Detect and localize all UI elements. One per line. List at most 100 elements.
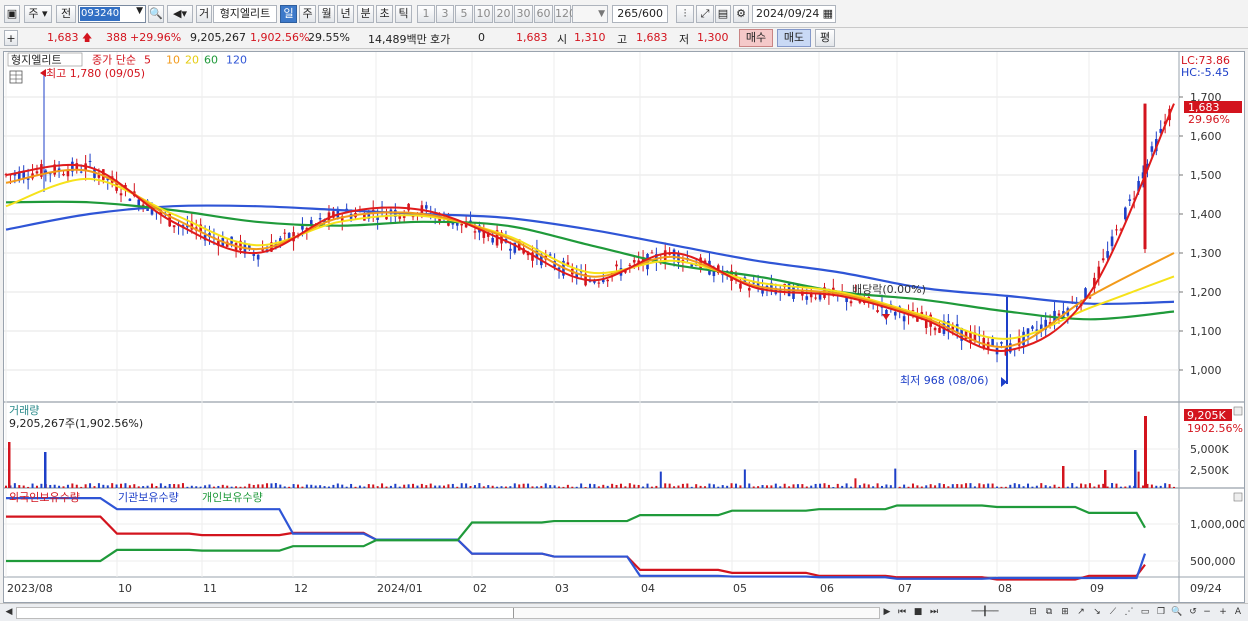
rewind-icon[interactable]: ⏮ <box>895 606 909 620</box>
search-icon[interactable]: 🔍 <box>148 5 164 23</box>
volume-bar <box>792 484 795 488</box>
interval-5-button[interactable]: 5 <box>455 5 473 23</box>
zoom-in-icon[interactable]: + <box>1216 606 1230 620</box>
volume-bar <box>469 485 472 488</box>
eval-button[interactable]: 평 <box>815 29 835 47</box>
stop-icon[interactable]: ■ <box>911 606 925 620</box>
zoom-slider[interactable]: ──╂── <box>950 606 1020 620</box>
volume-bar <box>168 484 171 488</box>
period-minute-tab[interactable]: 분 <box>357 5 374 23</box>
interval-60-button[interactable]: 60 <box>534 5 553 23</box>
volume-bar <box>451 483 454 488</box>
candle-type-icon[interactable]: ⫶ <box>676 5 694 23</box>
volume-bar <box>553 485 556 488</box>
x-tick-label: 04 <box>641 582 655 595</box>
volume-bar <box>699 485 702 488</box>
period-tick-tab[interactable]: 틱 <box>395 5 412 23</box>
holdings-line <box>6 497 1147 580</box>
period-month-tab[interactable]: 월 <box>318 5 335 23</box>
count-value: 265 <box>617 7 639 20</box>
quote-toggle-button[interactable]: + <box>4 30 18 46</box>
open-label: 시 <box>557 33 568 46</box>
volume-bar <box>650 486 653 488</box>
count-input[interactable]: 265/600 <box>612 5 668 23</box>
period-second-tab[interactable]: 초 <box>376 5 393 23</box>
volume-bar <box>301 486 304 488</box>
x-tick-label: 05 <box>733 582 747 595</box>
volume-bar <box>425 485 428 488</box>
volume-rate-tag: 1902.56% <box>1187 422 1243 435</box>
window-icon[interactable]: ▣ <box>4 5 20 23</box>
interval-select[interactable]: ▼ <box>572 5 608 23</box>
panel-copy-icon[interactable]: ⧉ <box>1042 606 1056 620</box>
ray-icon[interactable]: ↘ <box>1090 606 1104 620</box>
fibo-icon[interactable]: ⋰ <box>1122 606 1136 620</box>
candle-body <box>902 316 906 322</box>
candle-body <box>172 225 176 228</box>
candle-body <box>79 171 83 173</box>
font-size-icon[interactable]: A <box>1231 606 1245 620</box>
volume-panel-close-icon[interactable] <box>1233 406 1243 416</box>
sound-icon[interactable]: ◀▾ <box>167 5 193 23</box>
calendar-icon[interactable]: ▦ <box>823 6 833 22</box>
sell-button[interactable]: 매도 <box>777 29 811 47</box>
candle-body <box>1031 326 1034 329</box>
zoom-out-icon[interactable]: − <box>1200 606 1214 620</box>
candle-body <box>75 163 79 170</box>
magnifier-icon[interactable]: 🔍 <box>1170 606 1184 620</box>
dividend-marker-icon <box>882 314 890 320</box>
period-day-tab[interactable]: 일 <box>280 5 297 23</box>
x-tick-label: 2023/08 <box>7 582 53 595</box>
x-tick-label: 03 <box>555 582 569 595</box>
volume-bar <box>124 483 127 488</box>
holdings-panel-close-icon[interactable] <box>1233 492 1243 502</box>
interval-30-button[interactable]: 30 <box>514 5 533 23</box>
draw-tool-icon[interactable]: ⤢ <box>696 5 714 23</box>
shape-icon[interactable]: ▭ <box>1138 606 1152 620</box>
volume-bar <box>354 486 357 488</box>
candle-body <box>1106 251 1109 258</box>
chart-area[interactable]: 1,700 1,600 1,500 1,400 1,300 1,200 1,100 1,000… <box>3 51 1246 603</box>
volume-bar <box>310 484 313 488</box>
chevron-down-icon: ▼ <box>598 9 605 19</box>
stock-code-input[interactable]: 093240 ▼ <box>78 5 146 23</box>
panel-layout-icon[interactable]: ⊟ <box>1026 606 1040 620</box>
interval-3-button[interactable]: 3 <box>436 5 454 23</box>
date-input[interactable]: 2024/09/24 ▦ <box>752 5 836 23</box>
horizontal-scrollbar[interactable] <box>16 607 880 619</box>
chevron-down-icon[interactable]: ▼ <box>136 6 143 16</box>
volume-bar <box>1066 486 1069 488</box>
chart-canvas[interactable]: 1,7001,6001,5001,4001,3001,2001,1001,000… <box>4 52 1246 602</box>
panel-add-icon[interactable]: ⊞ <box>1058 606 1072 620</box>
trendline-icon[interactable]: ↗ <box>1074 606 1088 620</box>
prev-button[interactable]: 전 <box>56 5 76 23</box>
buy-button[interactable]: 매수 <box>739 29 773 47</box>
volume-bar <box>504 486 507 488</box>
interval-20-button[interactable]: 20 <box>494 5 513 23</box>
market-select[interactable]: 주 ▾ <box>24 5 52 23</box>
interval-120-button[interactable]: 120 <box>554 5 576 23</box>
forward-icon[interactable]: ⏭ <box>927 606 941 620</box>
scroll-right-icon[interactable]: ▶ <box>880 606 894 620</box>
volume-bar <box>549 485 552 488</box>
period-week-tab[interactable]: 주 <box>299 5 316 23</box>
reset-icon[interactable]: ↺ <box>1186 606 1200 620</box>
scroll-thumb[interactable] <box>513 608 879 618</box>
copy-icon[interactable]: ❐ <box>1154 606 1168 620</box>
interval-10-button[interactable]: 10 <box>474 5 493 23</box>
candle-body <box>849 301 853 304</box>
scroll-left-icon[interactable]: ◀ <box>2 606 16 620</box>
volume-bar <box>695 484 698 488</box>
gear-icon[interactable]: ⚙ <box>733 5 749 23</box>
save-icon[interactable]: ▤ <box>715 5 731 23</box>
period-year-tab[interactable]: 년 <box>337 5 354 23</box>
volume-bar <box>248 483 251 488</box>
crossline-icon[interactable]: ⟋ <box>1106 606 1120 620</box>
stock-code-value: 093240 <box>80 7 121 21</box>
geo-button[interactable]: 거 <box>196 5 212 23</box>
volume-bar <box>774 483 777 488</box>
volume-bar <box>1044 485 1047 488</box>
candle-body <box>739 283 742 289</box>
interval-1-button[interactable]: 1 <box>417 5 435 23</box>
volume-bar <box>876 483 879 488</box>
